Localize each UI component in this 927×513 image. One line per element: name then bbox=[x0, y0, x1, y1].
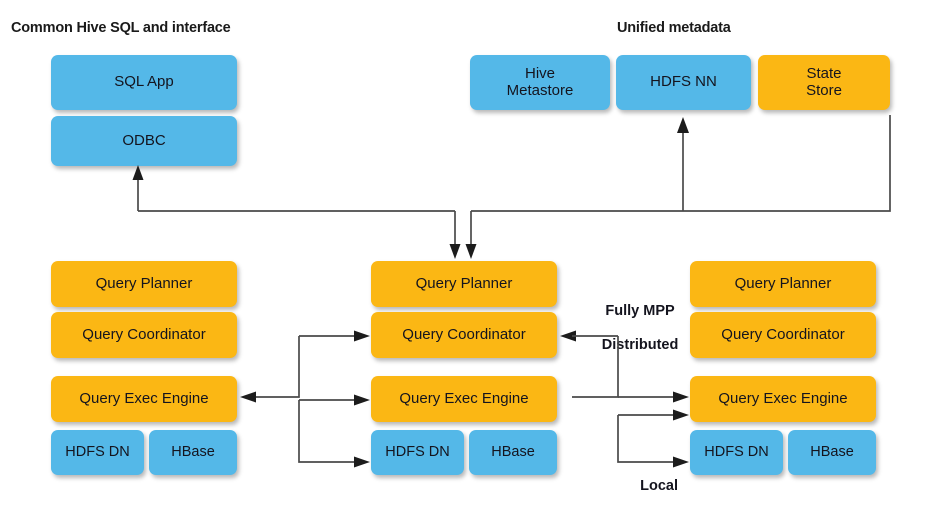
middle-node-query-planner[interactable]: Query Planner bbox=[371, 261, 557, 307]
right-node-query-planner[interactable]: Query Planner bbox=[690, 261, 876, 307]
left-node-query-exec-engine[interactable]: Query Exec Engine bbox=[51, 376, 237, 422]
impala-architecture-diagram: Common Hive SQL and interface Unified me… bbox=[0, 0, 927, 513]
arrow-to-right-hdfs-dn bbox=[617, 415, 689, 468]
arrow-to-odbc bbox=[132, 165, 144, 211]
arrow-middle-coordinator-to-left-exec bbox=[240, 336, 300, 403]
node-hive-metastore-line2: Metastore bbox=[506, 81, 574, 99]
right-node-hbase[interactable]: HBase bbox=[788, 430, 876, 475]
middle-node-query-coordinator[interactable]: Query Coordinator bbox=[371, 312, 557, 358]
bus-right-segment bbox=[471, 115, 891, 212]
middle-node-hdfs-dn[interactable]: HDFS DN bbox=[371, 430, 464, 475]
arrow-left-to-middle-exec bbox=[298, 400, 370, 468]
annotation-local-direct-reads: Local Direct Reads bbox=[596, 461, 706, 513]
annotation-local-reads-line1: Local bbox=[640, 478, 678, 495]
middle-node-query-exec-engine[interactable]: Query Exec Engine bbox=[371, 376, 557, 422]
middle-node-hbase[interactable]: HBase bbox=[469, 430, 557, 475]
arrow-to-right-exec-upper bbox=[618, 391, 689, 403]
annotation-fully-mpp-line1: Fully MPP bbox=[605, 303, 675, 320]
node-state-store-line1: State bbox=[806, 64, 842, 82]
node-hdfs-nn[interactable]: HDFS NN bbox=[616, 55, 751, 110]
node-hive-metastore[interactable]: Hive Metastore bbox=[470, 55, 610, 110]
node-hive-metastore-line1: Hive bbox=[524, 64, 555, 82]
arrow-to-hdfs-nn bbox=[677, 117, 689, 211]
arrow-left-to-middle-exec-upper bbox=[299, 394, 370, 406]
node-sql-app[interactable]: SQL App bbox=[51, 55, 237, 110]
section-title-common-hive-sql: Common Hive SQL and interface bbox=[11, 20, 231, 36]
annotation-fully-mpp-line2: Distributed bbox=[601, 337, 679, 354]
left-node-hdfs-dn[interactable]: HDFS DN bbox=[51, 430, 144, 475]
arrow-to-right-exec-lower bbox=[618, 409, 689, 421]
right-node-query-exec-engine[interactable]: Query Exec Engine bbox=[690, 376, 876, 422]
left-node-hbase[interactable]: HBase bbox=[149, 430, 237, 475]
left-node-query-planner[interactable]: Query Planner bbox=[51, 261, 237, 307]
section-title-unified-metadata: Unified metadata bbox=[617, 20, 731, 36]
arrow-left-to-middle-coordinator bbox=[299, 330, 370, 342]
node-state-store[interactable]: State Store bbox=[758, 55, 890, 110]
node-odbc[interactable]: ODBC bbox=[51, 116, 237, 166]
left-node-query-coordinator[interactable]: Query Coordinator bbox=[51, 312, 237, 358]
right-node-query-coordinator[interactable]: Query Coordinator bbox=[690, 312, 876, 358]
annotation-fully-mpp-distributed: Fully MPP Distributed bbox=[578, 286, 686, 372]
node-state-store-line2: Store bbox=[806, 81, 842, 99]
arrow-down-to-middle-planner-a bbox=[449, 211, 461, 259]
arrow-down-to-middle-planner-b bbox=[465, 211, 477, 259]
